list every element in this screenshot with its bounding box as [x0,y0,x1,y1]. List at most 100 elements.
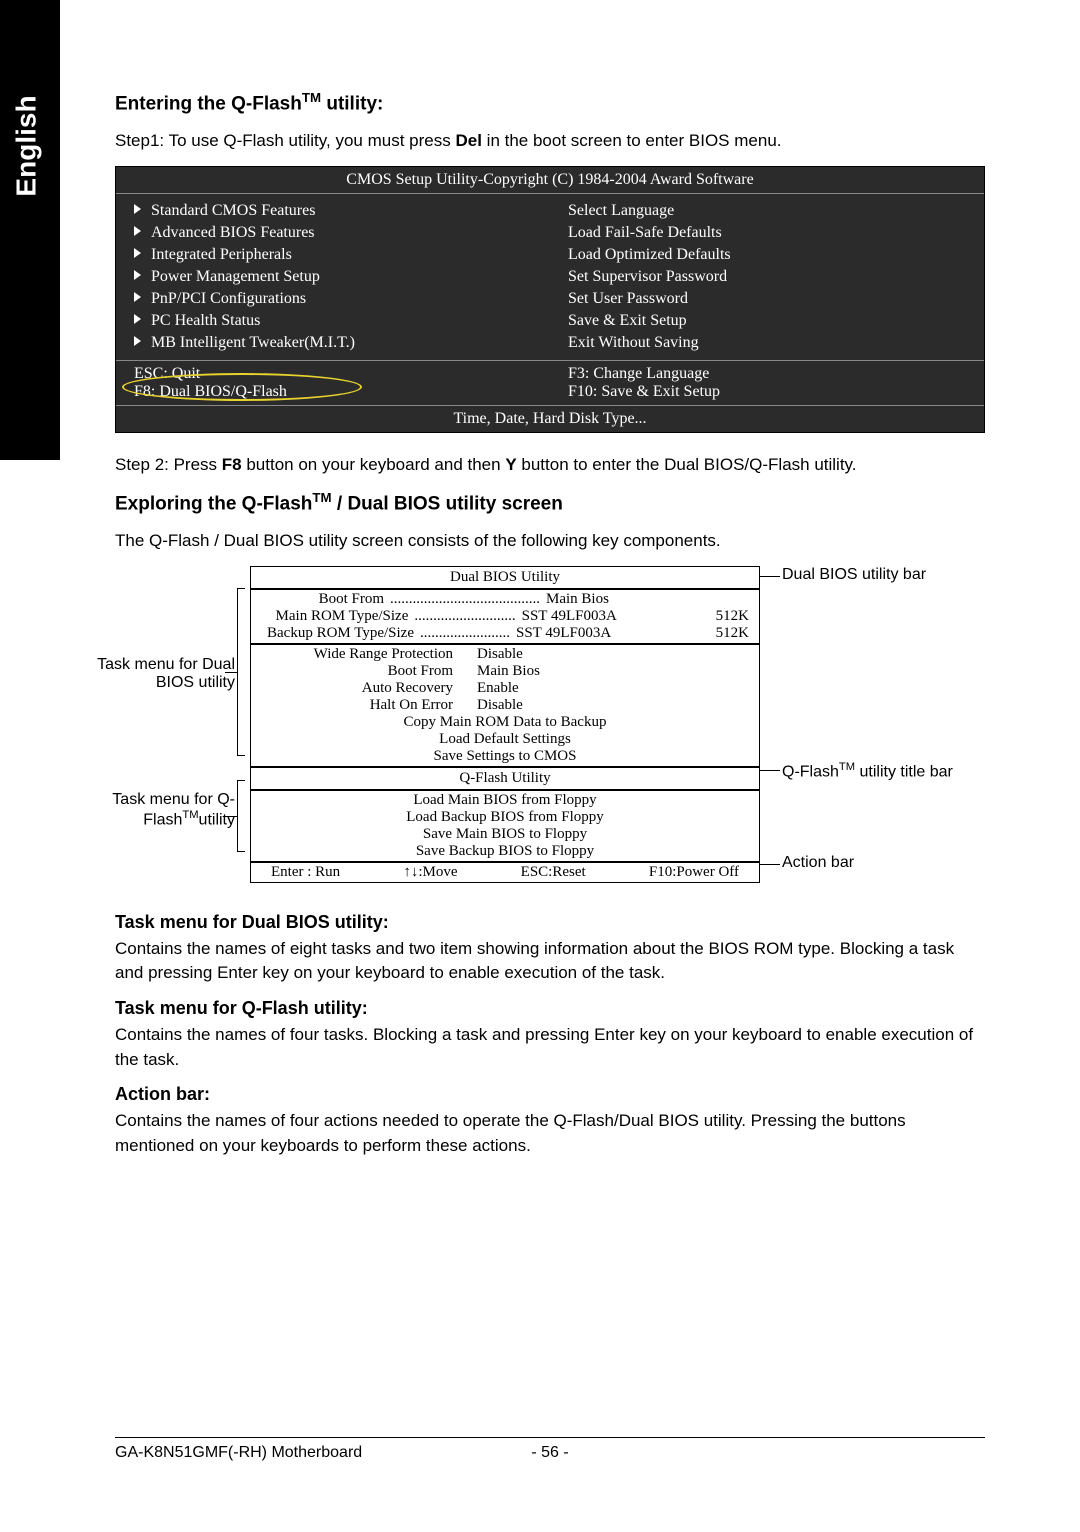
task-row: Wide Range Protection Disable [251,646,759,663]
info-row: Main ROM Type/Size .....................… [251,608,759,625]
brace [237,780,245,852]
v: SST 49LF003A [510,625,669,642]
triangle-icon [134,204,141,214]
t: utility title bar [855,763,953,780]
task-row: Boot From Main Bios [251,663,759,680]
task-row: Copy Main ROM Data to Backup [251,714,759,731]
cmos-left-col: Standard CMOS Features Advanced BIOS Fea… [116,194,550,360]
t: / Dual BIOS utility screen [332,493,563,514]
triangle-icon [134,292,141,302]
sz [669,591,749,608]
sz: 512K [669,625,749,642]
brace [237,588,245,756]
task-row: Save Main BIOS to Floppy [251,826,759,843]
task-row: Load Default Settings [251,731,759,748]
t: MB Intelligent Tweaker(M.I.T.) [151,334,355,351]
info-row: Backup ROM Type/Size ...................… [251,625,759,642]
task-row: Halt On ErrorDisable [251,697,759,714]
t: Step 2: Press [115,455,222,474]
t: utility [199,811,235,828]
h-text: utility: [321,93,383,114]
menu-item: MB Intelligent Tweaker(M.I.T.) [134,332,532,354]
menu-item: Standard CMOS Features [134,200,532,222]
callout-action-bar: Action bar [782,854,982,872]
qflash-title-bar: Q-Flash Utility [250,767,760,790]
section2-intro: The Q-Flash / Dual BIOS utility screen c… [115,529,985,554]
callout-qflash-tasks: Task menu for Q-FlashTMutility [95,791,235,829]
cmos-setup-screenshot: CMOS Setup Utility-Copyright (C) 1984-20… [115,166,985,433]
foot-right: F3: Change Language F10: Save & Exit Set… [550,361,984,405]
menu-item: Load Optimized Defaults [568,244,966,266]
page-content: Entering the Q-FlashTM utility: Step1: T… [115,90,985,1170]
action: ESC:Reset [521,864,586,881]
t: Step1: To use Q-Flash utility, you must … [115,131,455,150]
k: Wide Range Protection [261,646,459,663]
v: SST 49LF003A [516,608,669,625]
key-y: Y [505,455,516,474]
v: Main Bios [471,663,669,680]
menu-item: Power Management Setup [134,266,532,288]
step1-text: Step1: To use Q-Flash utility, you must … [115,129,985,154]
desc-p1: Contains the names of eight tasks and tw… [115,937,985,986]
t: button to enter the Dual BIOS/Q-Flash ut… [517,455,857,474]
section1-heading: Entering the Q-FlashTM utility: [115,90,985,115]
triangle-icon [134,248,141,258]
dots: ........................... [414,608,515,625]
task-row: Load Backup BIOS from Floppy [251,809,759,826]
cmos-status: Time, Date, Hard Disk Type... [116,406,984,432]
menu-item: Integrated Peripherals [134,244,532,266]
desc-h3: Action bar: [115,1084,985,1105]
dots: ........................ [420,625,510,642]
menu-item: Save & Exit Setup [568,310,966,332]
f10-hint: F10: Save & Exit Setup [568,383,966,401]
callout-dual-bios-bar: Dual BIOS utility bar [782,566,982,584]
dual-bios-title-bar: Dual BIOS Utility [250,566,760,589]
v: Main Bios [540,591,669,608]
t: Q-Flash [782,763,839,780]
menu-item: Load Fail-Safe Defaults [568,222,966,244]
action-bar: Enter : Run ↑↓:Move ESC:Reset F10:Power … [250,862,760,883]
dots: ........................................ [390,591,540,608]
k: Boot From [261,591,390,608]
cmos-right-col: Select Language Load Fail-Safe Defaults … [550,194,984,360]
menu-item: Select Language [568,200,966,222]
t: Q-Flash Utility [251,769,759,788]
f8-hint: F8: Dual BIOS/Q-Flash [134,383,532,401]
h-text: Entering the Q-Flash [115,93,302,114]
footer-product: GA-K8N51GMF(-RH) Motherboard [115,1444,498,1462]
k: Boot From [261,663,459,680]
action: F10:Power Off [649,864,739,881]
v: Disable [471,646,669,663]
step2-text: Step 2: Press F8 button on your keyboard… [115,453,985,478]
desc-p2: Contains the names of four tasks. Blocki… [115,1023,985,1072]
callout-dual-bios-tasks: Task menu for Dual BIOS utility [95,656,235,692]
footer-page-number: - 56 - [498,1444,602,1462]
desc-h1: Task menu for Dual BIOS utility: [115,912,985,933]
t: in the boot screen to enter BIOS menu. [482,131,782,150]
triangle-icon [134,336,141,346]
menu-item: Set User Password [568,288,966,310]
leader-line [760,770,780,771]
leader-line [760,864,780,865]
k: Auto Recovery [261,680,459,697]
v: Disable [471,697,669,714]
task-row: Save Backup BIOS to Floppy [251,843,759,860]
t: Exploring the Q-Flash [115,493,312,514]
triangle-icon [134,314,141,324]
f3-hint: F3: Change Language [568,365,966,383]
triangle-icon [134,270,141,280]
tm-mark: TM [182,809,198,821]
t: PnP/PCI Configurations [151,290,306,307]
action: ↑↓:Move [403,864,457,881]
key-f8: F8 [222,455,242,474]
v: Enable [471,680,669,697]
task-row: Auto Recovery Enable [251,680,759,697]
tm-mark: TM [839,761,855,773]
k: Backup ROM Type/Size [261,625,420,642]
cmos-title: CMOS Setup Utility-Copyright (C) 1984-20… [116,167,984,194]
menu-item: PnP/PCI Configurations [134,288,532,310]
qflash-tasks: Load Main BIOS from Floppy Load Backup B… [250,790,760,862]
triangle-icon [134,226,141,236]
task-row: Save Settings to CMOS [251,748,759,765]
t: Power Management Setup [151,268,320,285]
